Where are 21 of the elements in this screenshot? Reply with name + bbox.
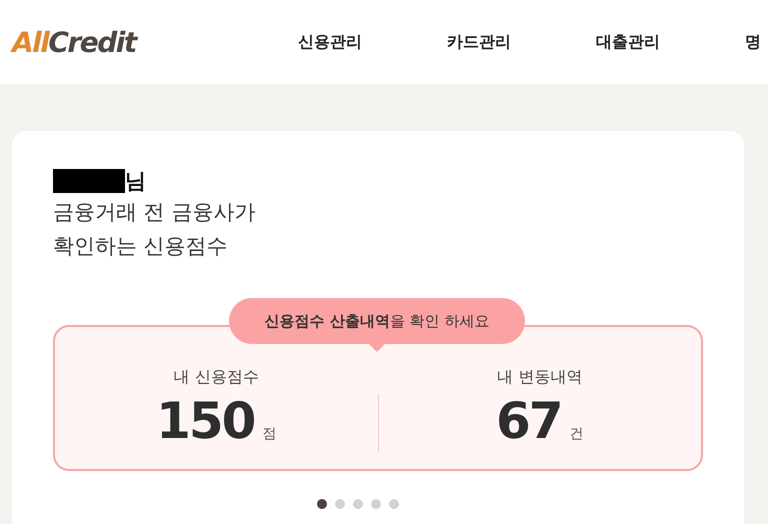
logo[interactable]: AllCredit <box>12 26 298 58</box>
pager-dot[interactable] <box>371 499 381 509</box>
nav-item[interactable]: 카드관리 <box>447 32 596 52</box>
headline: 확인하는 신용점수 <box>53 233 229 260</box>
pager-dot[interactable] <box>335 499 345 509</box>
nav-item[interactable]: 명 <box>745 32 768 52</box>
stat-value: 150 <box>156 392 254 450</box>
headline: 금융거래 전 금융사가 <box>53 199 256 226</box>
callout-bubble[interactable]: 신용점수 산출내역을 확인 하세요 <box>229 298 525 344</box>
stat-unit: 점 <box>262 424 276 442</box>
callout-pointer <box>369 344 385 352</box>
stat-unit: 건 <box>570 424 584 442</box>
pager-dot[interactable] <box>389 499 399 509</box>
pager-dot[interactable] <box>317 499 327 509</box>
pager-dot[interactable] <box>353 499 363 509</box>
stat-label: 내 신용점수 <box>174 366 259 388</box>
nav-item[interactable]: 신용관리 <box>298 32 447 52</box>
name-suffix: 님 <box>125 168 146 195</box>
stat-value: 67 <box>496 392 562 450</box>
nav-item[interactable]: 대출관리 <box>596 32 745 52</box>
stat-label: 내 변동내역 <box>497 366 582 388</box>
